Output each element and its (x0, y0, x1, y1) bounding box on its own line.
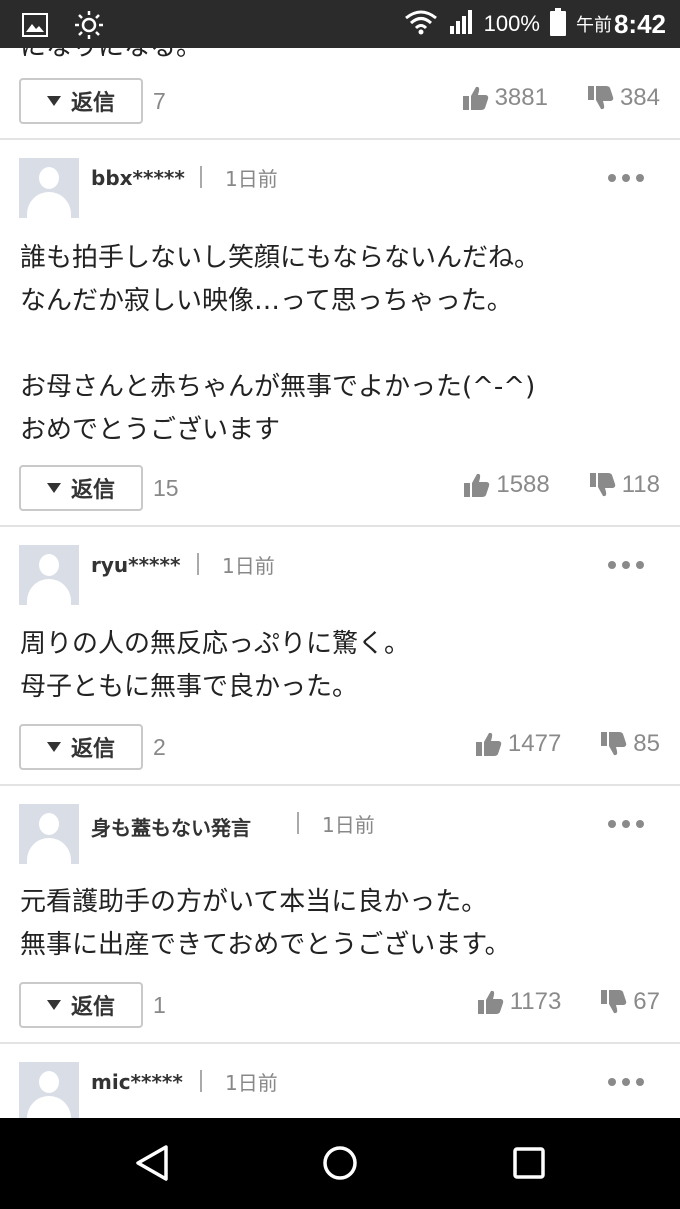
thumbs-up-icon (464, 473, 490, 497)
reply-label: 返信 (70, 995, 115, 1020)
timestamp: 1日前 (225, 167, 278, 191)
comment-header: mic***** 1日前 (0, 1062, 680, 1118)
dislike-count: 85 (633, 730, 660, 757)
thumbs-up-icon (477, 990, 504, 1014)
more-dots-icon[interactable] (608, 174, 644, 182)
caret-down-icon (46, 742, 61, 752)
more-dots-icon[interactable] (608, 820, 644, 828)
navigation-bar (0, 1118, 680, 1209)
like-count: 3881 (494, 84, 548, 111)
reply-label: 返信 (70, 91, 115, 116)
like-button[interactable]: 3881 (462, 84, 548, 112)
caret-down-icon (46, 1000, 61, 1010)
reply-button[interactable]: 返信 (19, 724, 143, 770)
dislike-count: 118 (621, 471, 660, 498)
dislike-button[interactable]: 85 (601, 730, 660, 758)
divider (0, 525, 680, 527)
avatar[interactable] (19, 545, 79, 605)
separator (200, 1070, 202, 1092)
timestamp: 1日前 (322, 813, 375, 837)
comment-text: になりになる。 (20, 48, 202, 63)
divider (0, 1042, 680, 1044)
separator (297, 812, 299, 834)
reply-count: 7 (153, 88, 166, 114)
thumbs-up-icon (475, 732, 502, 756)
like-count: 1477 (507, 730, 562, 757)
comment-text: 誰も拍手しないし笑顔にもならないんだね。 なんだか寂しい映像…って思っちゃった。… (20, 243, 541, 445)
username[interactable]: bbx***** (91, 166, 185, 190)
separator (200, 166, 202, 188)
reply-button[interactable]: 返信 (19, 78, 143, 124)
comment-list[interactable]: になりになる。 返信 7 3881 384 bbx***** 1日前 誰も拍手し… (0, 48, 680, 1118)
home-circle-icon[interactable] (322, 1144, 358, 1186)
timestamp: 1日前 (222, 554, 275, 578)
reply-count: 15 (153, 475, 179, 501)
divider (0, 784, 680, 786)
username[interactable]: ryu***** (91, 553, 180, 577)
reply-label: 返信 (70, 737, 115, 762)
reply-count: 1 (153, 992, 166, 1018)
dislike-button[interactable]: 118 (589, 471, 660, 499)
comment-actions: 返信 7 3881 384 (0, 78, 680, 124)
thumbs-down-icon (601, 732, 627, 756)
sun-icon (74, 10, 104, 44)
comment-text: 元看護助手の方がいて本当に良かった。 無事に出産できておめでとうございます。 (20, 887, 511, 960)
like-count: 1173 (509, 988, 562, 1015)
reply-button[interactable]: 返信 (19, 465, 143, 511)
comment-header: 身も蓋もない発言 1日前 (0, 804, 680, 864)
comment-actions: 返信 2 1477 85 (0, 724, 680, 770)
caret-down-icon (46, 483, 61, 493)
clock-ampm: 午前 (575, 15, 612, 36)
thumbs-down-icon (601, 990, 627, 1014)
dislike-count: 384 (619, 84, 660, 111)
separator (197, 553, 199, 575)
status-bar: 100% 午前 8:42 (0, 0, 680, 48)
reply-count: 2 (153, 734, 166, 760)
recents-square-icon[interactable] (512, 1144, 546, 1186)
like-button[interactable]: 1588 (464, 471, 550, 499)
signal-icon (448, 9, 474, 39)
more-dots-icon[interactable] (608, 561, 644, 569)
comment-header: ryu***** 1日前 (0, 545, 680, 605)
like-count: 1588 (496, 471, 550, 498)
comment-text: 周りの人の無反応っぷりに驚く。 母子ともに無事で良かった。 (20, 629, 411, 702)
comment-actions: 返信 15 1588 118 (0, 465, 680, 511)
more-dots-icon[interactable] (608, 1078, 644, 1086)
reply-button[interactable]: 返信 (19, 982, 143, 1028)
thumbs-down-icon (587, 86, 614, 110)
username[interactable]: mic***** (91, 1070, 183, 1094)
username[interactable]: 身も蓋もない発言 (91, 812, 251, 841)
battery-icon (549, 8, 566, 40)
timestamp: 1日前 (225, 1071, 278, 1095)
avatar[interactable] (19, 158, 79, 218)
like-button[interactable]: 1477 (475, 730, 562, 758)
reply-label: 返信 (70, 478, 115, 503)
comment-actions: 返信 1 1173 67 (0, 982, 680, 1028)
dislike-button[interactable]: 384 (587, 84, 660, 112)
avatar[interactable] (19, 804, 79, 864)
dislike-count: 67 (633, 988, 660, 1015)
thumbs-up-icon (462, 86, 489, 110)
dislike-button[interactable]: 67 (601, 988, 660, 1016)
avatar[interactable] (19, 1062, 79, 1118)
comment-header: bbx***** 1日前 (0, 158, 680, 218)
clock-time: 8:42 (613, 8, 666, 39)
caret-down-icon (46, 96, 61, 106)
thumbs-down-icon (589, 473, 616, 497)
back-triangle-icon[interactable] (134, 1144, 170, 1186)
battery-percent: 100% (483, 11, 540, 36)
divider (0, 138, 680, 140)
like-button[interactable]: 1173 (477, 988, 562, 1016)
image-icon (22, 13, 48, 41)
wifi-icon (404, 9, 438, 39)
